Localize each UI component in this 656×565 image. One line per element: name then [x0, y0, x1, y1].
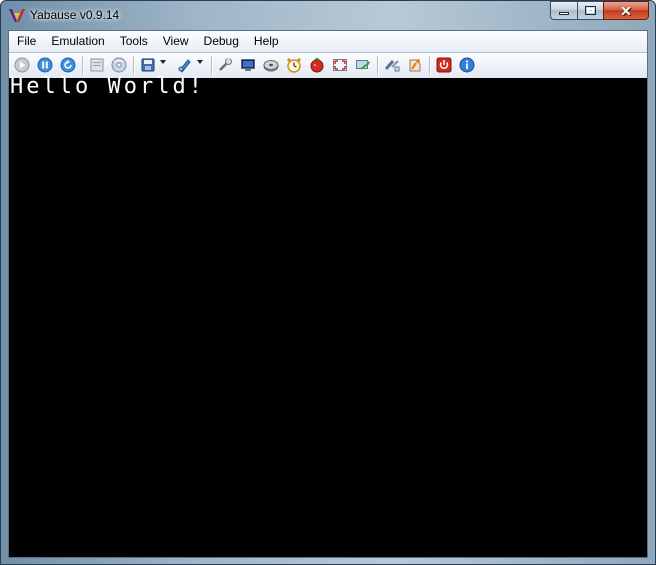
memory-transfer-button[interactable]: [354, 56, 372, 74]
title-bar[interactable]: Yabause v0.9.14 ✕: [1, 1, 655, 30]
clock-button[interactable]: [285, 56, 303, 74]
menu-view[interactable]: View: [155, 31, 196, 52]
menu-bar: File Emulation Tools View Debug Help: [9, 31, 647, 53]
yabause-window: Yabause v0.9.14 ✕ File Emulation Tools V…: [0, 0, 656, 565]
quit-button[interactable]: [435, 56, 453, 74]
window-title: Yabause v0.9.14: [30, 8, 120, 22]
reset-button[interactable]: [59, 56, 77, 74]
menu-tools[interactable]: Tools: [112, 31, 155, 52]
memory-transfer-icon: [356, 60, 370, 70]
open-cd-image-icon: [90, 58, 104, 72]
maximize-icon: [585, 6, 596, 15]
backup-ram-button[interactable]: [406, 56, 424, 74]
pause-icon: [37, 57, 53, 73]
menu-debug[interactable]: Debug: [196, 31, 246, 52]
menu-file[interactable]: File: [9, 31, 43, 52]
about-button[interactable]: [458, 56, 476, 74]
menu-emulation[interactable]: Emulation: [43, 31, 111, 52]
toolbar-separator: [133, 56, 135, 75]
cheats-icon: [310, 58, 324, 73]
quit-icon: [436, 57, 452, 73]
menu-help[interactable]: Help: [246, 31, 286, 52]
toolbar-separator: [211, 56, 213, 75]
toolbar-separator: [429, 56, 431, 75]
settings-button[interactable]: [216, 56, 234, 74]
minimize-button[interactable]: [550, 1, 577, 20]
emulator-screen[interactable]: Hello World!: [9, 74, 647, 557]
toolbar-separator: [377, 56, 379, 75]
close-icon: ✕: [620, 2, 632, 19]
reset-icon: [60, 57, 76, 73]
cd-button[interactable]: [262, 56, 280, 74]
run-button[interactable]: [13, 56, 31, 74]
screen-text: Hello World!: [10, 74, 205, 99]
caption-buttons: ✕: [550, 1, 649, 21]
open-disc-button[interactable]: [110, 56, 128, 74]
toolbar-separator: [82, 56, 84, 75]
load-state-dropdown-icon[interactable]: [197, 60, 203, 64]
load-state-icon: [178, 59, 191, 73]
cd-icon: [263, 60, 279, 72]
fullscreen-icon: [333, 59, 347, 71]
close-button[interactable]: ✕: [603, 1, 649, 20]
backup-ram-icon: [409, 59, 421, 72]
save-state-icon: [141, 58, 155, 72]
open-cd-image-button[interactable]: [88, 56, 106, 74]
yabause-logo-icon: [9, 9, 25, 22]
about-icon: [459, 57, 475, 73]
save-state-button[interactable]: [139, 56, 157, 74]
load-state-button[interactable]: [175, 56, 193, 74]
client-area: File Emulation Tools View Debug Help Hel…: [8, 30, 648, 558]
settings-icon: [219, 58, 232, 71]
fullscreen-button[interactable]: [331, 56, 349, 74]
screenshot-icon: [241, 59, 255, 71]
screenshot-button[interactable]: [239, 56, 257, 74]
transfer-button[interactable]: [383, 56, 401, 74]
transfer-icon: [384, 60, 400, 72]
save-state-dropdown-icon[interactable]: [160, 60, 166, 64]
pause-button[interactable]: [36, 56, 54, 74]
maximize-button[interactable]: [577, 1, 603, 20]
clock-icon: [287, 58, 301, 73]
run-icon: [14, 57, 30, 73]
minimize-icon: [559, 12, 569, 15]
cheats-button[interactable]: [308, 56, 326, 74]
open-disc-icon: [111, 57, 127, 73]
